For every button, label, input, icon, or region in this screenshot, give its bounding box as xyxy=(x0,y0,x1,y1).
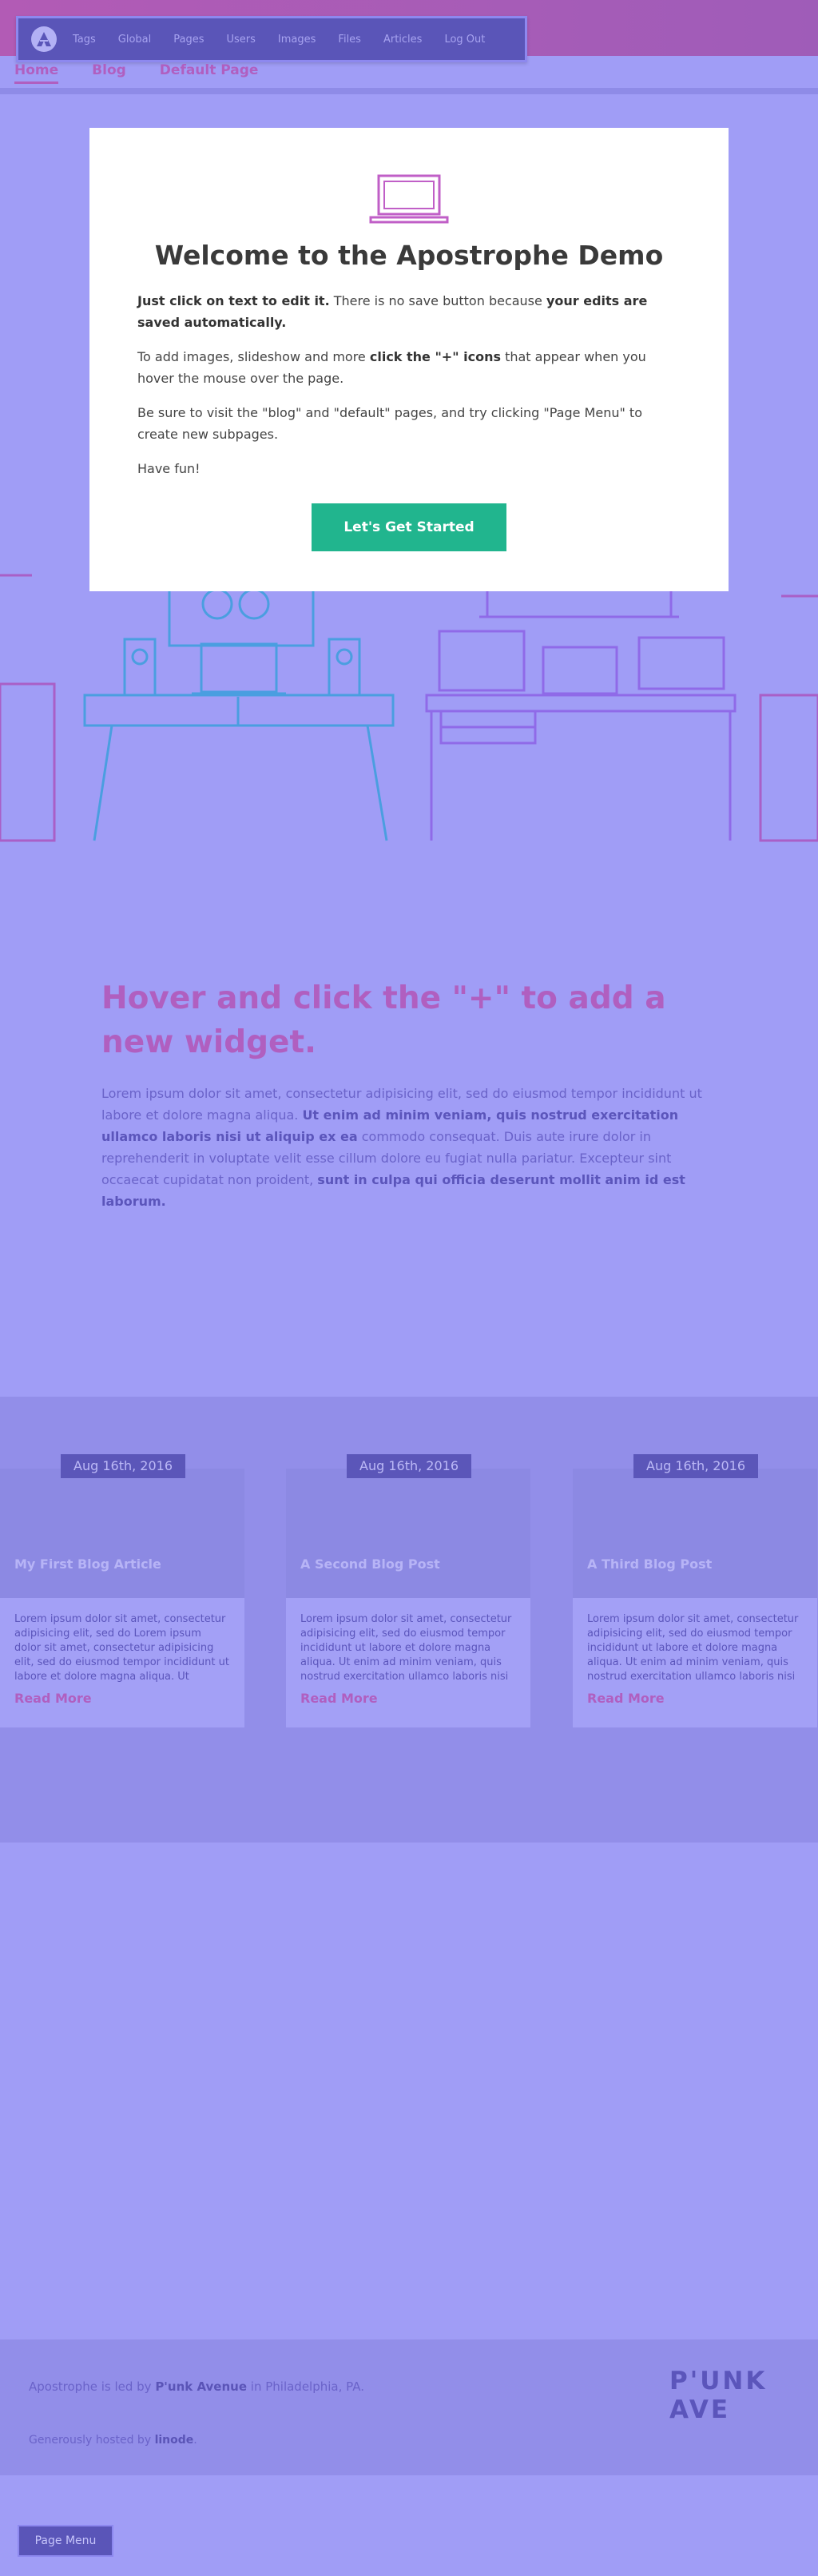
welcome-text-2: To add images, slideshow and more click … xyxy=(137,349,646,386)
post-excerpt: Lorem ipsum dolor sit amet, consectetur … xyxy=(300,1613,512,1683)
laptop-icon xyxy=(369,174,449,224)
footer-credit: Apostrophe is led by P'unk Avenue in Phi… xyxy=(29,2379,364,2394)
nav-divider xyxy=(0,88,818,94)
apostrophe-logo-icon[interactable] xyxy=(31,26,57,52)
welcome-card: Welcome to the Apostrophe Demo Just clic… xyxy=(89,128,729,591)
admin-articles[interactable]: Articles xyxy=(383,34,422,46)
post-date: Aug 16th, 2016 xyxy=(633,1454,758,1478)
read-more-link[interactable]: Read More xyxy=(587,1691,817,1706)
nav-home[interactable]: Home xyxy=(14,62,59,84)
site-nav: Home Blog Default Page xyxy=(14,62,292,84)
admin-bar: Tags Global Pages Users Images Files Art… xyxy=(16,16,527,62)
post-excerpt: Lorem ipsum dolor sit amet, consectetur … xyxy=(14,1613,229,1683)
admin-global[interactable]: Global xyxy=(118,34,151,46)
admin-logout[interactable]: Log Out xyxy=(444,34,485,46)
blog-card[interactable]: Aug 16th, 2016 My First Blog Article Lor… xyxy=(0,1454,244,1727)
footer: Apostrophe is led by P'unk Avenue in Phi… xyxy=(0,2339,818,2475)
welcome-text-3: Be sure to visit the "blog" and "default… xyxy=(137,405,642,442)
post-date: Aug 16th, 2016 xyxy=(61,1454,185,1478)
widget-text: Lorem ipsum dolor sit amet, consectetur … xyxy=(101,1086,702,1209)
page-menu-button[interactable]: Page Menu xyxy=(18,2525,113,2557)
linode-link[interactable]: linode xyxy=(155,2434,194,2447)
get-started-button[interactable]: Let's Get Started xyxy=(312,503,506,551)
blog-card[interactable]: Aug 16th, 2016 A Second Blog Post Lorem … xyxy=(286,1454,530,1727)
welcome-text-1: Just click on text to edit it. There is … xyxy=(137,293,648,330)
admin-images[interactable]: Images xyxy=(278,34,316,46)
admin-users[interactable]: Users xyxy=(227,34,256,46)
nav-blog[interactable]: Blog xyxy=(92,62,126,84)
widget-heading: Hover and click the "+" to add a new wid… xyxy=(101,980,666,1060)
footer-hosting: Generously hosted by linode. xyxy=(29,2434,197,2447)
blog-card[interactable]: Aug 16th, 2016 A Third Blog Post Lorem i… xyxy=(573,1454,817,1727)
read-more-link[interactable]: Read More xyxy=(14,1691,244,1706)
read-more-link[interactable]: Read More xyxy=(300,1691,530,1706)
admin-pages[interactable]: Pages xyxy=(173,34,204,46)
post-excerpt: Lorem ipsum dolor sit amet, consectetur … xyxy=(587,1613,799,1683)
post-title[interactable]: My First Blog Article xyxy=(14,1556,161,1572)
welcome-text-4: Have fun! xyxy=(137,461,201,476)
post-title[interactable]: A Third Blog Post xyxy=(587,1556,712,1572)
nav-default-page[interactable]: Default Page xyxy=(160,62,259,84)
punk-avenue-link[interactable]: P'unk Avenue xyxy=(155,2379,247,2394)
admin-tags[interactable]: Tags xyxy=(73,34,96,46)
post-title[interactable]: A Second Blog Post xyxy=(300,1556,440,1572)
welcome-title: Welcome to the Apostrophe Demo xyxy=(154,240,664,271)
admin-files[interactable]: Files xyxy=(338,34,361,46)
post-date: Aug 16th, 2016 xyxy=(347,1454,471,1478)
punk-ave-logo[interactable]: P'UNK AVE xyxy=(669,2367,818,2424)
